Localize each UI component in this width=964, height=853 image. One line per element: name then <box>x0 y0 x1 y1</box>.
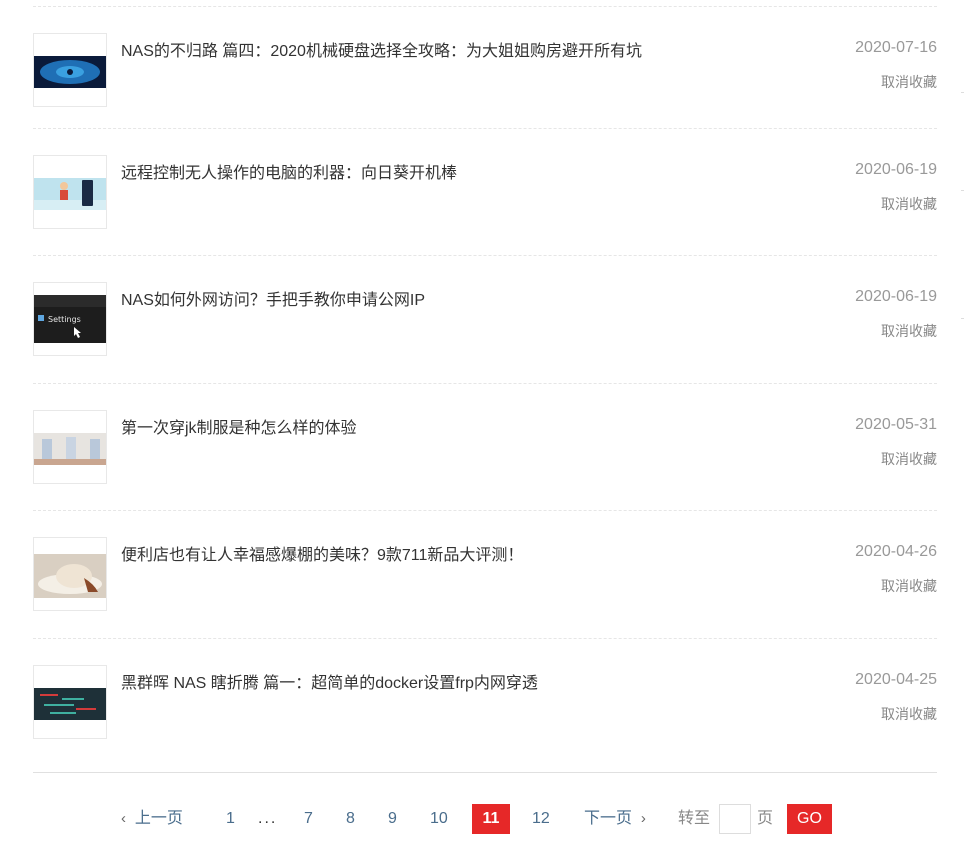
remote-control-image <box>34 177 106 210</box>
unfavorite-button[interactable]: 取消收藏 <box>881 194 937 214</box>
unfavorite-button[interactable]: 取消收藏 <box>881 449 937 469</box>
unfavorite-button[interactable]: 取消收藏 <box>881 704 937 724</box>
article-thumbnail[interactable] <box>33 537 107 611</box>
list-item: 黑群晖 NAS 瞎折腾 篇一：超简单的docker设置frp内网穿透 2020-… <box>33 637 937 766</box>
article-thumbnail[interactable] <box>33 33 107 107</box>
list-item: 便利店也有让人幸福感爆棚的美味？9款711新品大评测！ 2020-04-26 取… <box>33 510 937 638</box>
favorite-date: 2020-07-16 <box>855 39 937 56</box>
pagination-ellipsis: ... <box>258 810 278 827</box>
chevron-left-icon: ‹ <box>121 810 126 827</box>
uniform-photo-image <box>34 432 106 465</box>
page-link-12[interactable]: 12 <box>532 804 550 834</box>
list-item: Settings NAS如何外网访问？手把手教你申请公网IP 2020-06-1… <box>33 255 937 383</box>
favorite-date: 2020-04-26 <box>855 543 937 560</box>
settings-screen-image: Settings <box>34 295 106 343</box>
list-divider <box>33 772 937 773</box>
list-item: NAS的不归路 篇四：2020机械硬盘选择全攻略：为大姐姐购房避开所有坑 202… <box>33 6 937 134</box>
page-link-1[interactable]: 1 <box>226 804 235 834</box>
list-item: 第一次穿jk制服是种怎么样的体验 2020-05-31 取消收藏 <box>33 382 937 511</box>
unfavorite-button[interactable]: 取消收藏 <box>881 321 937 341</box>
page-link-7[interactable]: 7 <box>304 804 313 834</box>
favorite-date: 2020-06-19 <box>855 288 937 305</box>
current-page: 11 <box>472 804 510 834</box>
favorites-list: NAS的不归路 篇四：2020机械硬盘选择全攻略：为大姐姐购房避开所有坑 202… <box>33 0 937 765</box>
unfavorite-button[interactable]: 取消收藏 <box>881 72 937 92</box>
next-page-label: 下一页 <box>584 810 633 827</box>
favorite-date: 2020-05-31 <box>855 415 937 433</box>
hard-drive-image <box>34 56 106 88</box>
unfavorite-button[interactable]: 取消收藏 <box>881 576 937 596</box>
article-thumbnail[interactable] <box>33 409 107 484</box>
page-link-8[interactable]: 8 <box>346 804 355 834</box>
pagination: ‹ 上一页 1 ... 7 8 9 10 11 12 下一页 › 转至 页 GO <box>0 804 964 834</box>
svg-text:Settings: Settings <box>48 315 81 324</box>
chevron-right-icon: › <box>640 810 646 827</box>
goto-label: 转至 <box>678 810 711 827</box>
page-number-input[interactable] <box>719 804 751 834</box>
article-title[interactable]: NAS如何外网访问？手把手教你申请公网IP <box>121 286 425 310</box>
favorite-date: 2020-06-19 <box>855 160 937 178</box>
go-button[interactable]: GO <box>787 804 832 834</box>
page-unit-label: 页 <box>757 810 774 827</box>
article-title[interactable]: 黑群晖 NAS 瞎折腾 篇一：超简单的docker设置frp内网穿透 <box>121 669 538 693</box>
next-page-button[interactable]: 下一页 › <box>584 804 646 834</box>
list-item: 远程控制无人操作的电脑的利器：向日葵开机棒 2020-06-19 取消收藏 <box>33 127 937 256</box>
article-title[interactable]: 第一次穿jk制服是种怎么样的体验 <box>121 414 357 438</box>
article-title[interactable]: 远程控制无人操作的电脑的利器：向日葵开机棒 <box>121 159 457 183</box>
terminal-screen-image <box>34 687 106 720</box>
article-thumbnail[interactable] <box>33 664 107 739</box>
page-link-10[interactable]: 10 <box>430 804 448 834</box>
article-thumbnail[interactable]: Settings <box>33 282 107 356</box>
article-title[interactable]: 便利店也有让人幸福感爆棚的美味？9款711新品大评测！ <box>121 541 523 565</box>
favorite-date: 2020-04-25 <box>855 670 937 688</box>
dessert-photo-image <box>34 554 106 598</box>
page-link-9[interactable]: 9 <box>388 804 397 834</box>
prev-page-label: 上一页 <box>134 810 183 827</box>
article-thumbnail[interactable] <box>33 154 107 229</box>
article-title[interactable]: NAS的不归路 篇四：2020机械硬盘选择全攻略：为大姐姐购房避开所有坑 <box>121 37 642 61</box>
prev-page-button[interactable]: ‹ 上一页 <box>121 804 183 834</box>
